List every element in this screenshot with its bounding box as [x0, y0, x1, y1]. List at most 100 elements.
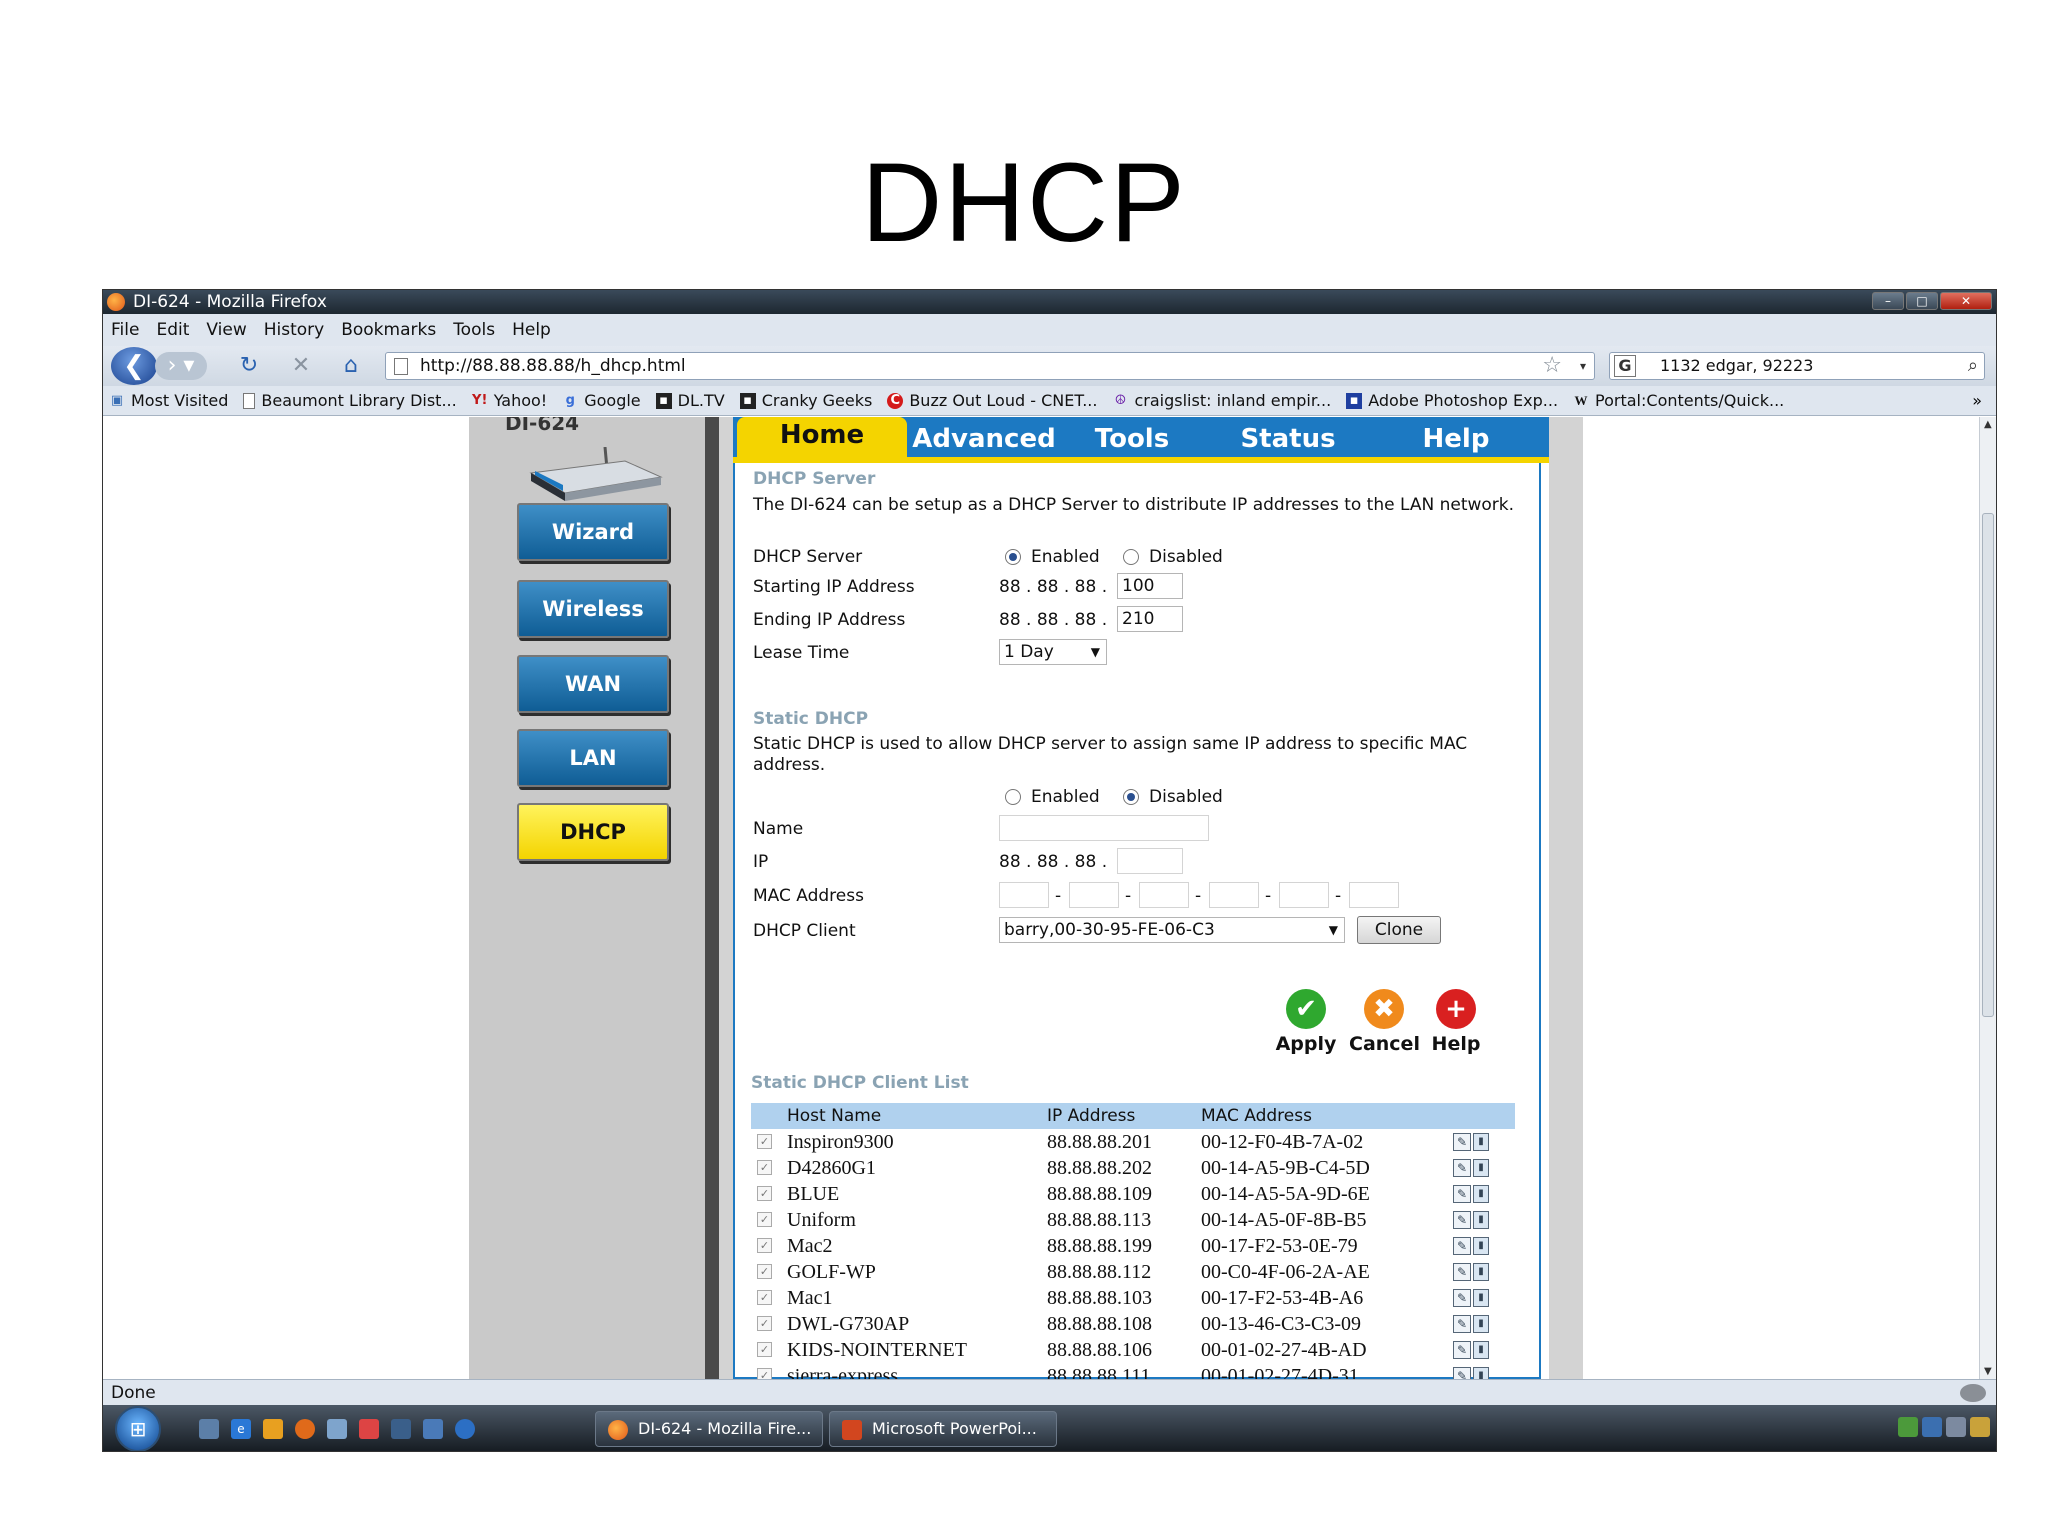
forward-button[interactable]: › ▾: [155, 352, 207, 380]
menu-help[interactable]: Help: [512, 320, 551, 340]
dhcp-client-select[interactable]: barry,00-30-95-FE-06-C3 ▼: [999, 917, 1345, 943]
row-checkbox[interactable]: ✓: [757, 1212, 772, 1227]
tab-status[interactable]: Status: [1223, 421, 1353, 457]
tray-volume-icon[interactable]: [1946, 1417, 1966, 1437]
side-button-wizard[interactable]: Wizard: [517, 503, 669, 561]
quicklaunch-search-icon[interactable]: [455, 1419, 475, 1439]
trash-icon[interactable]: ▮: [1473, 1185, 1489, 1203]
bookmark-craigslist[interactable]: ☮ craigslist: inland empir...: [1112, 391, 1332, 410]
scrollbar-thumb[interactable]: [1982, 513, 1994, 1017]
static-name-input[interactable]: [999, 815, 1209, 841]
dhcp-server-enabled-radio[interactable]: [1005, 549, 1021, 565]
bookmark-adobe-photoshop[interactable]: ▪ Adobe Photoshop Exp...: [1346, 391, 1558, 410]
tab-help[interactable]: Help: [1391, 421, 1521, 457]
trash-icon[interactable]: ▮: [1473, 1341, 1489, 1359]
trash-icon[interactable]: ▮: [1473, 1367, 1489, 1379]
row-checkbox[interactable]: ✓: [757, 1186, 772, 1201]
maximize-button[interactable]: □: [1906, 292, 1938, 310]
quicklaunch-ie-icon[interactable]: e: [231, 1419, 251, 1439]
mac-octet-input[interactable]: [1069, 882, 1119, 908]
menu-edit[interactable]: Edit: [156, 320, 189, 340]
row-checkbox[interactable]: ✓: [757, 1368, 772, 1379]
row-checkbox[interactable]: ✓: [757, 1238, 772, 1253]
quicklaunch-outlook-icon[interactable]: [263, 1419, 283, 1439]
bookmark-cranky-geeks[interactable]: ▪ Cranky Geeks: [739, 391, 872, 410]
trash-icon[interactable]: ▮: [1473, 1133, 1489, 1151]
trash-icon[interactable]: ▮: [1473, 1237, 1489, 1255]
trash-icon[interactable]: ▮: [1473, 1159, 1489, 1177]
google-search-engine-icon[interactable]: G: [1614, 355, 1636, 377]
side-button-lan[interactable]: LAN: [517, 729, 669, 787]
row-checkbox[interactable]: ✓: [757, 1264, 772, 1279]
edit-icon[interactable]: ✎: [1453, 1185, 1471, 1203]
scroll-up-arrow-icon[interactable]: ▲: [1984, 419, 1992, 430]
bookmark-yahoo[interactable]: Y! Yahoo!: [472, 391, 547, 410]
tab-advanced[interactable]: Advanced: [909, 421, 1059, 457]
home-button[interactable]: ⌂: [335, 350, 367, 382]
bookmark-star-icon[interactable]: ☆: [1542, 353, 1562, 379]
bookmark-google[interactable]: g Google: [562, 391, 641, 410]
close-button[interactable]: ✕: [1940, 292, 1992, 310]
edit-icon[interactable]: ✎: [1453, 1289, 1471, 1307]
quicklaunch-firefox-icon[interactable]: [295, 1419, 315, 1439]
edit-icon[interactable]: ✎: [1453, 1133, 1471, 1151]
bookmark-portal-contents[interactable]: W Portal:Contents/Quick...: [1573, 391, 1785, 410]
mac-octet-input[interactable]: [1139, 882, 1189, 908]
stop-button[interactable]: ✕: [285, 350, 317, 382]
mac-octet-input[interactable]: [1209, 882, 1259, 908]
tray-app-icon[interactable]: [1922, 1417, 1942, 1437]
tab-home[interactable]: Home: [737, 417, 907, 457]
edit-icon[interactable]: ✎: [1453, 1159, 1471, 1177]
search-input[interactable]: G 1132 edgar, 92223 ⌕: [1609, 352, 1985, 380]
side-button-wan[interactable]: WAN: [517, 655, 669, 713]
quicklaunch-display-icon[interactable]: [423, 1419, 443, 1439]
starting-ip-input[interactable]: 100: [1117, 573, 1183, 599]
edit-icon[interactable]: ✎: [1453, 1367, 1471, 1379]
help-button[interactable]: + Help: [1421, 989, 1491, 1055]
edit-icon[interactable]: ✎: [1453, 1237, 1471, 1255]
static-ip-input[interactable]: [1117, 848, 1183, 874]
search-icon[interactable]: ⌕: [1968, 353, 1978, 379]
menu-history[interactable]: History: [264, 320, 324, 340]
edit-icon[interactable]: ✎: [1453, 1211, 1471, 1229]
edit-icon[interactable]: ✎: [1453, 1263, 1471, 1281]
tray-security-icon[interactable]: [1970, 1417, 1990, 1437]
trash-icon[interactable]: ▮: [1473, 1211, 1489, 1229]
mac-octet-input[interactable]: [999, 882, 1049, 908]
quicklaunch-window-icon[interactable]: [391, 1419, 411, 1439]
menu-bookmarks[interactable]: Bookmarks: [341, 320, 436, 340]
cancel-button[interactable]: ✖ Cancel: [1349, 989, 1420, 1055]
bookmark-beaumont-library[interactable]: Beaumont Library Dist...: [243, 391, 457, 410]
row-checkbox[interactable]: ✓: [757, 1134, 772, 1149]
mac-octet-input[interactable]: [1349, 882, 1399, 908]
menu-file[interactable]: File: [111, 320, 139, 340]
scroll-down-arrow-icon[interactable]: ▼: [1984, 1366, 1992, 1377]
minimize-button[interactable]: –: [1872, 292, 1904, 310]
apply-button[interactable]: ✔ Apply: [1271, 989, 1341, 1055]
trash-icon[interactable]: ▮: [1473, 1315, 1489, 1333]
reload-button[interactable]: ↻: [233, 350, 265, 382]
menu-view[interactable]: View: [206, 320, 246, 340]
lease-time-select[interactable]: 1 Day ▼: [999, 639, 1107, 665]
row-checkbox[interactable]: ✓: [757, 1160, 772, 1175]
dhcp-server-disabled-radio[interactable]: [1123, 549, 1139, 565]
bookmark-buzz-out-loud[interactable]: C Buzz Out Loud - CNET...: [887, 391, 1097, 410]
bookmark-dltv[interactable]: ▪ DL.TV: [655, 391, 725, 410]
vertical-scrollbar[interactable]: ▲ ▼: [1979, 417, 1996, 1379]
more-bookmarks-chevron-icon[interactable]: »: [1972, 391, 1982, 410]
url-dropdown-icon[interactable]: ▾: [1580, 353, 1586, 379]
quicklaunch-picasa-icon[interactable]: [359, 1419, 379, 1439]
clone-button[interactable]: Clone: [1357, 916, 1441, 944]
trash-icon[interactable]: ▮: [1473, 1263, 1489, 1281]
taskbar-item-powerpoint[interactable]: Microsoft PowerPoi...: [829, 1411, 1057, 1447]
row-checkbox[interactable]: ✓: [757, 1290, 772, 1305]
window-titlebar[interactable]: DI-624 - Mozilla Firefox – □ ✕: [103, 290, 1996, 314]
bookmark-most-visited[interactable]: ▣ Most Visited: [109, 391, 229, 410]
side-button-dhcp[interactable]: DHCP: [517, 803, 669, 861]
mac-octet-input[interactable]: [1279, 882, 1329, 908]
quicklaunch-show-desktop-icon[interactable]: [199, 1419, 219, 1439]
quicklaunch-app-icon[interactable]: [327, 1419, 347, 1439]
row-checkbox[interactable]: ✓: [757, 1316, 772, 1331]
static-dhcp-disabled-radio[interactable]: [1123, 789, 1139, 805]
taskbar-item-firefox[interactable]: DI-624 - Mozilla Fire...: [595, 1411, 823, 1447]
